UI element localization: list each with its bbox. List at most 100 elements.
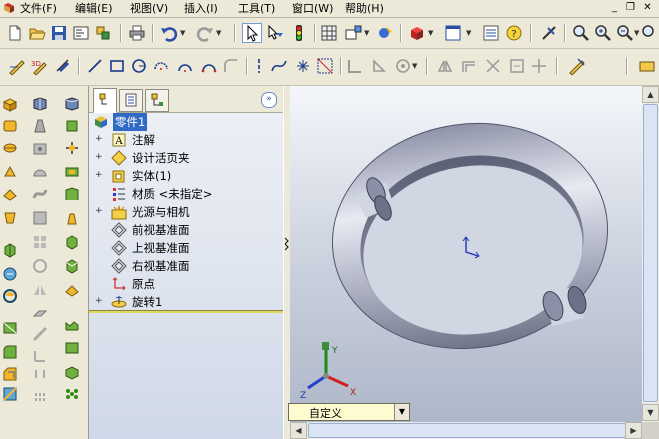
3d-sketch-icon[interactable]: 3D xyxy=(30,57,48,75)
make-assembly-icon[interactable] xyxy=(94,24,112,42)
combine-icon[interactable] xyxy=(64,186,80,202)
zoom-area-icon[interactable] xyxy=(594,24,612,42)
expand-icon[interactable]: + xyxy=(95,135,103,144)
relations-dropdown-icon[interactable]: ▼ xyxy=(412,57,418,75)
redo-icon[interactable] xyxy=(196,24,214,42)
expand-icon[interactable]: + xyxy=(95,153,103,162)
new-icon[interactable] xyxy=(6,24,24,42)
draft-icon[interactable] xyxy=(32,118,48,134)
select-pointer-icon[interactable] xyxy=(242,23,262,43)
fastening-feature-icon[interactable] xyxy=(64,386,80,402)
rib-icon[interactable] xyxy=(2,386,18,402)
view-orientation-dropdown[interactable]: 自定义 ▼ xyxy=(288,403,410,421)
print-icon[interactable] xyxy=(128,24,146,42)
property-manager-tab[interactable] xyxy=(119,89,143,112)
grid-snap-icon[interactable] xyxy=(316,57,334,75)
scroll-right-button[interactable]: ▶ xyxy=(625,422,642,439)
hole-wizard-icon[interactable] xyxy=(32,140,48,156)
toolbar-overflow-icon[interactable] xyxy=(638,57,656,75)
cavity-icon[interactable] xyxy=(64,364,80,380)
extruded-cut-icon[interactable] xyxy=(2,242,18,258)
linear-pattern-icon[interactable] xyxy=(32,234,48,250)
offset-entities-icon[interactable] xyxy=(460,57,478,75)
scroll-up-button[interactable]: ▲ xyxy=(642,86,659,103)
spline-icon[interactable] xyxy=(270,57,288,75)
sketch-icon[interactable] xyxy=(8,57,26,75)
loft-icon[interactable] xyxy=(2,164,18,180)
curve-driven-pattern-icon[interactable] xyxy=(64,118,80,134)
help-icon[interactable]: ? xyxy=(505,24,523,42)
fill-pattern-icon[interactable] xyxy=(64,140,80,156)
options-grid-icon[interactable] xyxy=(320,24,338,42)
camera-view-icon[interactable] xyxy=(344,24,362,42)
fillet-icon[interactable] xyxy=(2,344,18,360)
trim-entities-icon[interactable] xyxy=(484,57,502,75)
make-drawing-icon[interactable] xyxy=(72,24,90,42)
swept-cut-icon[interactable] xyxy=(2,288,18,304)
delete-body-icon[interactable] xyxy=(64,234,80,250)
freeform-icon[interactable] xyxy=(64,340,80,356)
point-reference-icon[interactable] xyxy=(32,366,48,382)
window-layout-icon[interactable] xyxy=(444,24,462,42)
intersect-icon[interactable] xyxy=(64,164,80,180)
zoom-dropdown-icon[interactable]: ▼ xyxy=(634,24,640,42)
menu-insert[interactable]: 插入(I) xyxy=(184,1,218,16)
horizontal-scrollbar[interactable]: ◀ ▶ xyxy=(290,422,642,439)
3d-part-icon[interactable] xyxy=(408,24,426,42)
expand-icon[interactable]: + xyxy=(95,297,103,306)
close-icon[interactable]: ✕ xyxy=(641,2,654,14)
menu-window[interactable]: 窗口(W) xyxy=(292,1,333,16)
window-dropdown-icon[interactable]: ▼ xyxy=(466,24,472,42)
properties-icon[interactable] xyxy=(482,24,500,42)
display-relations-icon[interactable] xyxy=(370,57,388,75)
boundary-boss-icon[interactable] xyxy=(2,210,18,226)
tangent-arc-icon[interactable] xyxy=(176,57,194,75)
save-icon[interactable] xyxy=(50,24,68,42)
3-point-arc-icon[interactable] xyxy=(200,57,218,75)
smart-dimension-icon[interactable] xyxy=(54,57,72,75)
move-copy-body-icon[interactable] xyxy=(64,210,80,226)
measure-icon[interactable] xyxy=(540,24,558,42)
redo-dropdown-icon[interactable]: ▼ xyxy=(216,24,222,42)
menu-edit[interactable]: 编辑(E) xyxy=(75,1,113,16)
reference-plane-icon[interactable] xyxy=(32,306,48,322)
centerpoint-arc-icon[interactable] xyxy=(152,57,170,75)
menu-view[interactable]: 视图(V) xyxy=(130,1,168,16)
reference-axis-icon[interactable] xyxy=(32,326,48,342)
select-filter-icon[interactable] xyxy=(266,24,284,42)
feature-manager-tab[interactable] xyxy=(93,88,117,113)
mirror-icon[interactable] xyxy=(32,282,48,298)
scroll-left-button[interactable]: ◀ xyxy=(290,422,307,439)
undo-dropdown-icon[interactable]: ▼ xyxy=(180,24,186,42)
sweep-icon[interactable] xyxy=(2,140,18,156)
display-dropdown-icon[interactable]: ▼ xyxy=(428,24,434,42)
mirror-entities-icon[interactable] xyxy=(436,57,454,75)
vertical-scroll-thumb[interactable] xyxy=(643,104,658,402)
line-icon[interactable] xyxy=(86,57,104,75)
sketch-fillet-icon[interactable] xyxy=(222,57,240,75)
menu-file[interactable]: 文件(F) xyxy=(20,1,57,16)
expand-panel-button[interactable]: » xyxy=(261,92,277,108)
menu-tools[interactable]: 工具(T) xyxy=(238,1,275,16)
convert-entities-icon[interactable] xyxy=(508,57,526,75)
add-relation-icon[interactable] xyxy=(346,57,364,75)
zoom-to-fit-icon[interactable] xyxy=(572,24,590,42)
rollback-bar[interactable] xyxy=(89,310,283,313)
thicken-icon[interactable] xyxy=(2,186,18,202)
vertical-scrollbar[interactable]: ▲ ▼ xyxy=(642,86,659,422)
scale-icon[interactable] xyxy=(64,258,80,274)
solidworks-app-icon[interactable] xyxy=(2,1,16,15)
chamfer-icon[interactable] xyxy=(2,366,18,382)
rebuild-icon[interactable] xyxy=(290,24,308,42)
point-icon[interactable] xyxy=(294,57,312,75)
circular-pattern-icon[interactable] xyxy=(32,258,48,274)
expand-icon[interactable]: + xyxy=(95,171,103,180)
graphics-area[interactable]: Y Z X xyxy=(290,86,642,422)
move-entities-icon[interactable] xyxy=(530,57,548,75)
menu-help[interactable]: 帮助(H) xyxy=(345,1,384,16)
revolved-cut-icon[interactable] xyxy=(2,266,18,282)
wrap-icon[interactable] xyxy=(32,210,48,226)
lofted-cut-icon[interactable] xyxy=(2,320,18,336)
repair-sketch-icon[interactable] xyxy=(394,57,412,75)
flex-icon[interactable] xyxy=(32,186,48,202)
